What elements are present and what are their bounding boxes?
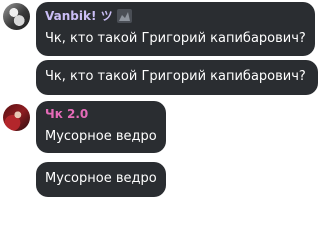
avatar[interactable]: [3, 104, 30, 131]
message-text: Мусорное ведро: [45, 171, 157, 186]
message-bubble[interactable]: Чк, кто такой Григорий капибарович?: [36, 60, 318, 95]
message-text: Мусорное ведро: [45, 129, 157, 144]
author-row: Чк 2.0: [45, 105, 88, 123]
message-text: Чк, кто такой Григорий капибарович?: [45, 31, 306, 46]
message-bubble[interactable]: Vanbik! ツ Чк, кто такой Григорий капибар…: [36, 2, 315, 56]
message-bubble[interactable]: Мусорное ведро: [36, 162, 166, 197]
author-name[interactable]: Чк 2.0: [45, 107, 88, 121]
author-name[interactable]: Vanbik! ツ: [45, 7, 113, 24]
message-bubble[interactable]: Чк 2.0 Мусорное ведро: [36, 101, 166, 153]
author-row: Vanbik! ツ: [45, 6, 132, 24]
message-text: Чк, кто такой Григорий капибарович?: [45, 69, 306, 84]
avatar[interactable]: [3, 3, 30, 30]
character-badge-icon: [116, 8, 132, 23]
